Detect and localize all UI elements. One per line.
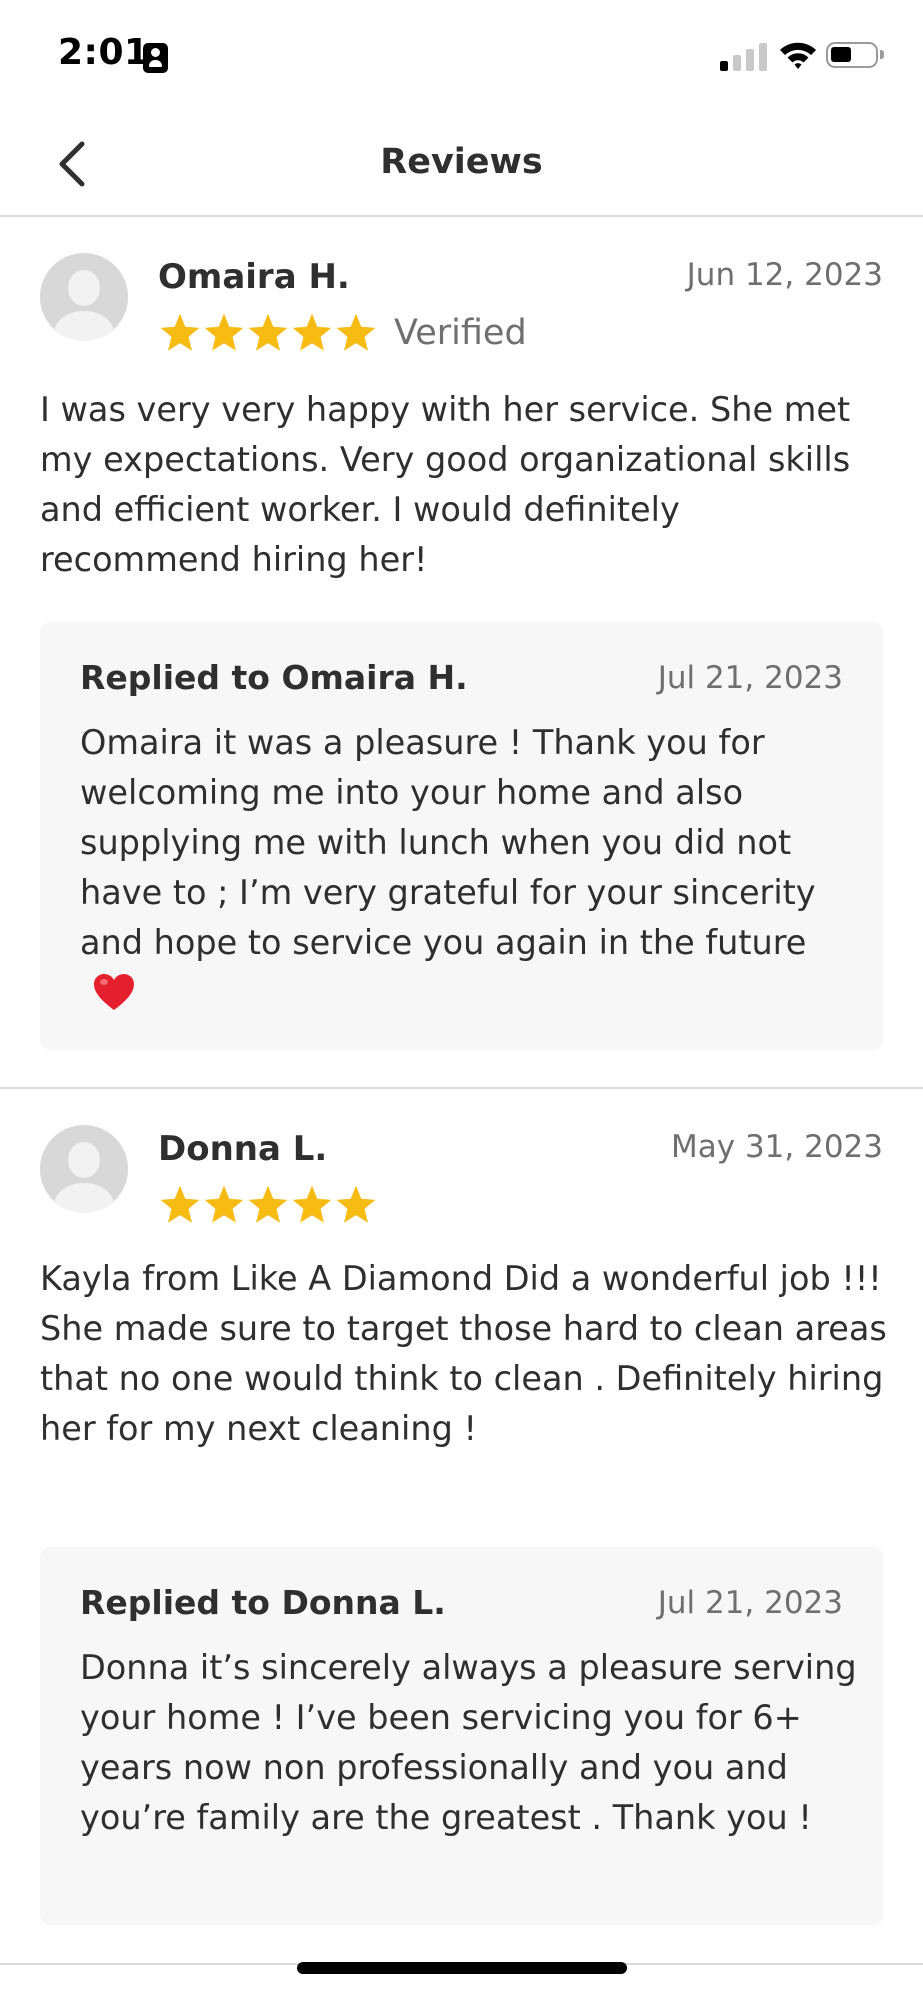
star-icon	[160, 1185, 200, 1223]
review-date: Jun 12, 2023	[686, 257, 883, 293]
red-heart-icon	[94, 974, 134, 1010]
reply-date: Jul 21, 2023	[657, 1585, 843, 1621]
review-card: Omaira H. Jun 12, 2023 Verified I was ve…	[0, 217, 923, 1087]
reviewer-name: Omaira H.	[158, 257, 350, 297]
review-date: May 31, 2023	[671, 1129, 883, 1165]
reply-date: Jul 21, 2023	[657, 660, 843, 696]
star-rating	[158, 1181, 378, 1229]
star-icon	[336, 313, 376, 351]
star-icon	[248, 313, 288, 351]
star-icon	[248, 1185, 288, 1223]
reply-box: Replied to Donna L. Jul 21, 2023 Donna i…	[40, 1547, 883, 1925]
home-indicator[interactable]	[297, 1962, 627, 1974]
cellular-signal-icon	[720, 41, 768, 71]
review-card: Donna L. May 31, 2023 Kayla from Like A …	[0, 1089, 923, 1963]
review-text: Kayla from Like A Diamond Did a wonderfu…	[40, 1259, 887, 1448]
star-icon	[292, 313, 332, 351]
wifi-icon	[780, 42, 816, 69]
star-icon	[204, 313, 244, 351]
review-text: I was very very happy with her service. …	[40, 390, 851, 579]
status-time: 2:01	[58, 32, 150, 73]
id-badge-icon	[143, 43, 168, 73]
reply-title: Replied to Donna L.	[80, 1583, 446, 1622]
reply-title: Replied to Omaira H.	[80, 658, 468, 697]
star-icon	[160, 313, 200, 351]
reply-box: Replied to Omaira H. Jul 21, 2023 Omaira…	[40, 622, 883, 1050]
star-rating	[158, 309, 378, 357]
page-title: Reviews	[380, 142, 543, 182]
star-icon	[204, 1185, 244, 1223]
star-icon	[292, 1185, 332, 1223]
verified-label: Verified	[394, 313, 527, 353]
avatar	[40, 1125, 128, 1213]
reply-text: Omaira it was a pleasure ! Thank you for…	[80, 718, 860, 1018]
battery-icon	[826, 42, 884, 68]
reply-text: Donna it’s sincerely always a pleasure s…	[80, 1648, 857, 1837]
nav-bar: Reviews	[0, 110, 923, 217]
status-bar: 2:01	[0, 0, 923, 110]
reply-text-body: Omaira it was a pleasure ! Thank you for…	[80, 723, 816, 962]
star-icon	[336, 1185, 376, 1223]
avatar	[40, 253, 128, 341]
reviewer-name: Donna L.	[158, 1129, 328, 1169]
